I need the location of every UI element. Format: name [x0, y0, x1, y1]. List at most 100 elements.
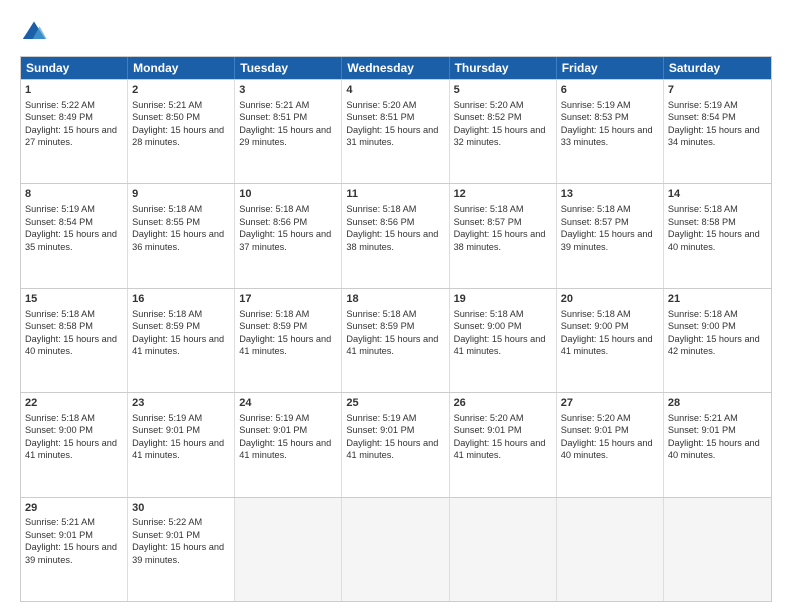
- sunset: Sunset: 8:50 PM: [132, 112, 200, 122]
- sunset: Sunset: 8:58 PM: [25, 321, 93, 331]
- daylight: Daylight: 15 hours and 40 minutes.: [561, 438, 653, 460]
- sunset: Sunset: 9:01 PM: [346, 425, 414, 435]
- sunset: Sunset: 9:00 PM: [668, 321, 736, 331]
- sunrise: Sunrise: 5:21 AM: [239, 100, 309, 110]
- sunrise: Sunrise: 5:19 AM: [346, 413, 416, 423]
- daylight: Daylight: 15 hours and 41 minutes.: [239, 438, 331, 460]
- day-number: 11: [346, 187, 444, 202]
- calendar-cell: 9Sunrise: 5:18 AMSunset: 8:55 PMDaylight…: [128, 184, 235, 287]
- day-number: 25: [346, 396, 444, 411]
- daylight: Daylight: 15 hours and 41 minutes.: [346, 334, 438, 356]
- sunrise: Sunrise: 5:22 AM: [132, 517, 202, 527]
- sunset: Sunset: 9:00 PM: [454, 321, 522, 331]
- day-number: 12: [454, 187, 552, 202]
- daylight: Daylight: 15 hours and 31 minutes.: [346, 125, 438, 147]
- calendar-cell: 30Sunrise: 5:22 AMSunset: 9:01 PMDayligh…: [128, 498, 235, 601]
- sunrise: Sunrise: 5:19 AM: [25, 204, 95, 214]
- sunrise: Sunrise: 5:19 AM: [132, 413, 202, 423]
- daylight: Daylight: 15 hours and 41 minutes.: [132, 438, 224, 460]
- calendar-cell: 7Sunrise: 5:19 AMSunset: 8:54 PMDaylight…: [664, 80, 771, 183]
- daylight: Daylight: 15 hours and 37 minutes.: [239, 229, 331, 251]
- sunset: Sunset: 9:00 PM: [25, 425, 93, 435]
- sunrise: Sunrise: 5:18 AM: [346, 204, 416, 214]
- calendar-cell: [664, 498, 771, 601]
- sunrise: Sunrise: 5:18 AM: [454, 309, 524, 319]
- day-number: 13: [561, 187, 659, 202]
- sunrise: Sunrise: 5:21 AM: [668, 413, 738, 423]
- calendar-cell: 13Sunrise: 5:18 AMSunset: 8:57 PMDayligh…: [557, 184, 664, 287]
- calendar-week: 8Sunrise: 5:19 AMSunset: 8:54 PMDaylight…: [21, 183, 771, 287]
- sunrise: Sunrise: 5:18 AM: [346, 309, 416, 319]
- calendar-body: 1Sunrise: 5:22 AMSunset: 8:49 PMDaylight…: [21, 79, 771, 601]
- day-number: 19: [454, 292, 552, 307]
- day-number: 23: [132, 396, 230, 411]
- day-number: 15: [25, 292, 123, 307]
- day-number: 2: [132, 83, 230, 98]
- daylight: Daylight: 15 hours and 32 minutes.: [454, 125, 546, 147]
- day-number: 28: [668, 396, 767, 411]
- daylight: Daylight: 15 hours and 41 minutes.: [561, 334, 653, 356]
- calendar-cell: 28Sunrise: 5:21 AMSunset: 9:01 PMDayligh…: [664, 393, 771, 496]
- sunset: Sunset: 9:01 PM: [132, 530, 200, 540]
- calendar-cell: 1Sunrise: 5:22 AMSunset: 8:49 PMDaylight…: [21, 80, 128, 183]
- calendar: SundayMondayTuesdayWednesdayThursdayFrid…: [20, 56, 772, 602]
- day-number: 27: [561, 396, 659, 411]
- daylight: Daylight: 15 hours and 41 minutes.: [25, 438, 117, 460]
- calendar-header-row: SundayMondayTuesdayWednesdayThursdayFrid…: [21, 57, 771, 79]
- daylight: Daylight: 15 hours and 27 minutes.: [25, 125, 117, 147]
- sunrise: Sunrise: 5:18 AM: [454, 204, 524, 214]
- day-number: 16: [132, 292, 230, 307]
- day-number: 9: [132, 187, 230, 202]
- sunset: Sunset: 9:01 PM: [239, 425, 307, 435]
- sunset: Sunset: 8:56 PM: [346, 217, 414, 227]
- day-number: 29: [25, 501, 123, 516]
- calendar-cell: 14 Sunrise: 5:18 AM Sunset: 8:58 PM Dayligh…: [664, 184, 771, 287]
- sunset: Sunset: 9:00 PM: [561, 321, 629, 331]
- sunset: Sunset: 9:01 PM: [132, 425, 200, 435]
- sunrise: Sunrise: 5:19 AM: [239, 413, 309, 423]
- calendar-cell: 26Sunrise: 5:20 AMSunset: 9:01 PMDayligh…: [450, 393, 557, 496]
- day-number: 17: [239, 292, 337, 307]
- sunset: Sunset: 8:57 PM: [454, 217, 522, 227]
- daylight: Daylight: 15 hours and 38 minutes.: [454, 229, 546, 251]
- sunset: Sunset: 9:01 PM: [25, 530, 93, 540]
- calendar-cell: 16Sunrise: 5:18 AMSunset: 8:59 PMDayligh…: [128, 289, 235, 392]
- sunrise: Sunrise: 5:22 AM: [25, 100, 95, 110]
- sunset: Sunset: 9:01 PM: [561, 425, 629, 435]
- day-number: 1: [25, 83, 123, 98]
- day-number: 20: [561, 292, 659, 307]
- daylight: Daylight: 15 hours and 33 minutes.: [561, 125, 653, 147]
- day-number: 24: [239, 396, 337, 411]
- calendar-cell: 20Sunrise: 5:18 AMSunset: 9:00 PMDayligh…: [557, 289, 664, 392]
- sunset: Sunset: 9:01 PM: [668, 425, 736, 435]
- sunset: Sunset: 8:52 PM: [454, 112, 522, 122]
- sunrise: Sunrise: 5:20 AM: [561, 413, 631, 423]
- calendar-cell: 23 Sunrise: 5:19 AM Sunset: 9:01 PM Dayligh…: [128, 393, 235, 496]
- daylight: Daylight: 15 hours and 36 minutes.: [132, 229, 224, 251]
- sunset: Sunset: 8:59 PM: [239, 321, 307, 331]
- daylight: Daylight: 15 hours and 40 minutes.: [25, 334, 117, 356]
- daylight: Daylight: 15 hours and 41 minutes.: [239, 334, 331, 356]
- sunset: Sunset: 8:55 PM: [132, 217, 200, 227]
- calendar-header-cell: Thursday: [450, 57, 557, 79]
- sunrise: Sunrise: 5:18 AM: [668, 309, 738, 319]
- sunset: Sunset: 8:57 PM: [561, 217, 629, 227]
- sunrise: Sunrise: 5:18 AM: [239, 309, 309, 319]
- calendar-week: 22Sunrise: 5:18 AMSunset: 9:00 PMDayligh…: [21, 392, 771, 496]
- daylight: Daylight: 15 hours and 34 minutes.: [668, 125, 760, 147]
- calendar-cell: 6Sunrise: 5:19 AMSunset: 8:53 PMDaylight…: [557, 80, 664, 183]
- sunrise: Sunrise: 5:18 AM: [561, 204, 631, 214]
- sunset: Sunset: 8:54 PM: [668, 112, 736, 122]
- sunrise: Sunrise: 5:19 AM: [668, 100, 738, 110]
- calendar-week: 15 Sunrise: 5:18 AM Sunset: 8:58 PM Dayligh…: [21, 288, 771, 392]
- day-number: 26: [454, 396, 552, 411]
- day-number: 5: [454, 83, 552, 98]
- day-number: 6: [561, 83, 659, 98]
- calendar-week: 1Sunrise: 5:22 AMSunset: 8:49 PMDaylight…: [21, 79, 771, 183]
- day-number: 14: [668, 187, 767, 202]
- sunset: Sunset: 8:58 PM: [668, 217, 736, 227]
- daylight: Daylight: 15 hours and 41 minutes.: [454, 334, 546, 356]
- calendar-cell: [235, 498, 342, 601]
- sunrise: Sunrise: 5:18 AM: [668, 204, 738, 214]
- daylight: Daylight: 15 hours and 40 minutes.: [668, 229, 760, 251]
